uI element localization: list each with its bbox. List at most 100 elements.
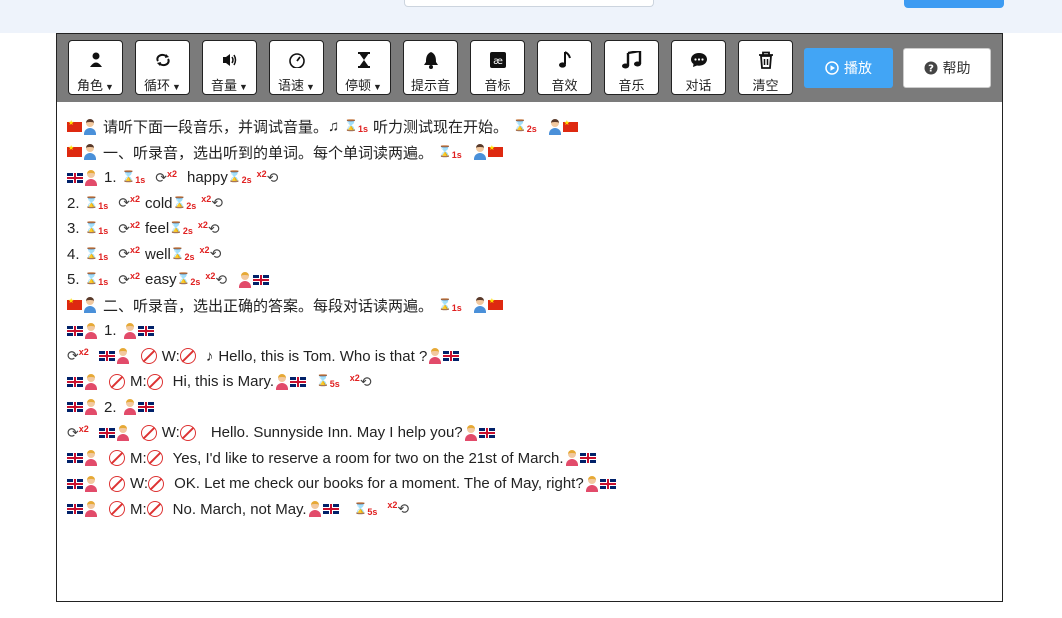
hourglass-icon: ⌛2s: [169, 222, 193, 237]
repeat-icon: ⟳x2: [118, 245, 140, 263]
script-line: 请听下面一段音乐，并调试音量。 ♫ ⌛1s 听力测试现在开始。 ⌛2s: [67, 114, 992, 140]
person-icon: [547, 118, 563, 135]
play-button[interactable]: 播放: [804, 48, 893, 88]
person-icon: [122, 399, 138, 416]
uk-flag-icon: [137, 325, 154, 336]
person-icon: [237, 271, 253, 288]
no-speaker-icon: [148, 475, 165, 492]
item-number: 3.: [67, 220, 80, 238]
person-icon: [472, 297, 488, 314]
toolbar: 角色 ▼ 循环 ▼ 音量 ▼ 语速 ▼ 停顿 ▼ 提示音 æ 音标 音效 音乐 …: [57, 34, 1002, 102]
no-speaker-icon: [109, 373, 125, 390]
script-line: M: Yes, I'd like to reserve a room for t…: [67, 446, 992, 472]
speaker-tag: W:: [130, 475, 149, 493]
uk-flag-icon: [478, 427, 495, 438]
no-speaker-icon: [179, 424, 196, 441]
script-line: M: No. March, not May. ⌛5s x2⟲: [67, 497, 992, 523]
sound-effect-button[interactable]: 音效: [537, 40, 592, 95]
person-icon: [83, 399, 99, 416]
repeat-end-icon: x2⟲: [256, 168, 279, 186]
hourglass-icon: ⌛2s: [227, 171, 252, 186]
repeat-end-icon: x2⟲: [387, 500, 410, 518]
uk-flag-icon: [579, 453, 596, 464]
word: easy: [144, 271, 177, 289]
script-line: 二、听录音，选出正确的答案。每段对话读两遍。 ⌛1s: [67, 293, 992, 319]
hourglass-icon: ⌛1s: [438, 145, 462, 160]
repeat-icon: ⟳x2: [118, 270, 140, 288]
hourglass-icon: ⌛1s: [121, 171, 146, 186]
volume-icon: [221, 51, 239, 69]
chevron-down-icon: ▼: [306, 82, 315, 92]
script-line: 3. ⌛1s ⟳x2 feel ⌛2s x2⟲: [67, 216, 992, 242]
search-input[interactable]: [404, 0, 654, 7]
uk-flag-icon: [599, 478, 616, 489]
cn-flag-icon: [67, 144, 82, 158]
script-line: M: Hi, this is Mary. ⌛5s x2⟲: [67, 369, 992, 395]
hourglass-icon: ⌛1s: [84, 222, 109, 237]
speaker-tag: W:: [161, 424, 180, 442]
uk-flag-icon: [137, 402, 154, 413]
person-icon: [83, 373, 99, 390]
person-icon: [82, 118, 98, 135]
person-icon: [82, 144, 98, 161]
repeat-icon: ⟳x2: [118, 194, 140, 212]
script-line: 1. ⌛1s ⟳x2 happy ⌛2s x2⟲: [67, 165, 992, 191]
uk-flag-icon: [322, 504, 339, 515]
no-speaker-icon: [140, 348, 157, 365]
pause-button[interactable]: 停顿 ▼: [336, 40, 391, 95]
clear-label: 清空: [752, 78, 779, 93]
script-line: ⟳x2 W: ♪ Hello, this is Tom. Who is that…: [67, 344, 992, 370]
role-button[interactable]: 角色 ▼: [68, 40, 123, 95]
script-line: 2.: [67, 395, 992, 421]
phonetic-button[interactable]: æ 音标: [470, 40, 525, 95]
person-icon: [83, 450, 99, 467]
music-label: 音乐: [618, 78, 645, 93]
loop-button[interactable]: 循环 ▼: [135, 40, 190, 95]
uk-flag-icon: [290, 376, 307, 387]
no-speaker-icon: [109, 475, 125, 492]
line-text: 二、听录音，选出正确的答案。每段对话读两遍。: [103, 297, 434, 315]
music-button[interactable]: 音乐: [604, 40, 659, 95]
speaker-tag: W:: [161, 347, 180, 365]
uk-flag-icon: [67, 325, 83, 336]
person-icon: [115, 424, 131, 441]
hourglass-icon: ⌛2s: [172, 196, 197, 211]
volume-button[interactable]: 音量 ▼: [202, 40, 257, 95]
person-icon: [122, 322, 138, 339]
speed-label: 语速: [278, 78, 305, 93]
top-action-button[interactable]: [904, 0, 1004, 8]
clear-button[interactable]: 清空: [738, 40, 793, 95]
repeat-icon: ⟳x2: [67, 347, 89, 365]
chat-icon: [690, 51, 708, 69]
person-icon: [472, 144, 488, 161]
no-speaker-icon: [179, 348, 196, 365]
help-button[interactable]: ? 帮助: [903, 48, 991, 88]
person-icon: [88, 51, 104, 69]
word: happy: [186, 169, 228, 187]
repeat-icon: ⟳x2: [155, 168, 177, 186]
editor-panel: 角色 ▼ 循环 ▼ 音量 ▼ 语速 ▼ 停顿 ▼ 提示音 æ 音标 音效 音乐 …: [56, 33, 1003, 602]
item-number: 1.: [104, 169, 117, 187]
speed-button[interactable]: 语速 ▼: [269, 40, 324, 95]
hourglass-icon: ⌛5s: [353, 502, 378, 517]
dialog-button[interactable]: 对话: [671, 40, 726, 95]
script-editor[interactable]: 请听下面一段音乐，并调试音量。 ♫ ⌛1s 听力测试现在开始。 ⌛2s 一、听录…: [67, 114, 992, 522]
hourglass-icon: ⌛1s: [438, 298, 462, 313]
item-number: 5.: [67, 271, 80, 289]
no-speaker-icon: [146, 501, 163, 518]
cn-flag-icon: [487, 144, 503, 158]
line-text: 请听下面一段音乐，并调试音量。: [103, 119, 329, 137]
dialog-text: OK. Let me check our books for a moment.…: [174, 475, 584, 493]
speaker-tag: M:: [130, 449, 147, 467]
cn-flag-icon: [67, 297, 82, 311]
no-speaker-icon: [140, 424, 157, 441]
prompt-tone-button[interactable]: 提示音: [403, 40, 458, 95]
repeat-icon: [154, 51, 172, 69]
cn-flag-icon: [487, 297, 503, 311]
svg-text:æ: æ: [493, 56, 503, 67]
speedometer-icon: [288, 51, 306, 69]
uk-flag-icon: [253, 274, 270, 285]
speaker-tag: M:: [130, 373, 147, 391]
svg-text:?: ?: [928, 64, 934, 75]
dialog-text: Yes, I'd like to reserve a room for two …: [172, 449, 564, 467]
